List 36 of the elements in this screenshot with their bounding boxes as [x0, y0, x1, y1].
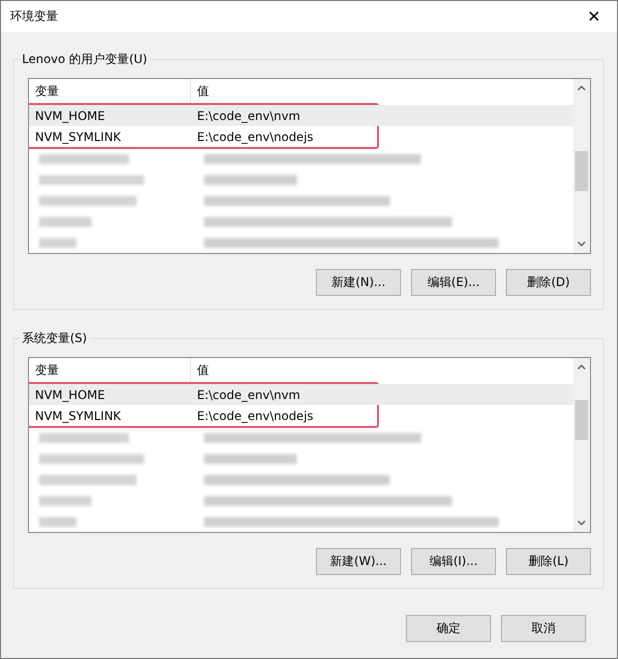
scroll-up-icon[interactable]: [577, 364, 586, 370]
variable-value: E:\code_env\nvm: [196, 388, 300, 402]
column-header[interactable]: 变量: [29, 79, 191, 103]
scrollbar-thumb[interactable]: [575, 151, 588, 191]
scrollbar[interactable]: [573, 358, 590, 532]
list-row[interactable]: NVM_HOME E:\code_env\nvm: [29, 105, 575, 126]
column-header[interactable]: 变量: [29, 358, 191, 382]
list-row[interactable]: NVM_SYMLINK E:\code_env\nodejs: [29, 126, 575, 147]
dialog-button[interactable]: 取消: [501, 615, 586, 642]
column-header[interactable]: 值: [191, 82, 209, 100]
dialog-button[interactable]: 新建(N)...: [316, 269, 401, 296]
scroll-down-icon[interactable]: [577, 520, 586, 526]
dialog-button[interactable]: 删除(D): [506, 269, 591, 296]
close-button[interactable]: ✕: [571, 1, 617, 32]
dialog-button[interactable]: 删除(L): [506, 548, 591, 575]
scroll-down-icon[interactable]: [577, 241, 586, 247]
variable-name: NVM_SYMLINK: [34, 130, 122, 144]
variable-value: E:\code_env\nodejs: [196, 408, 314, 422]
group-title: 系统变量(S): [19, 330, 90, 346]
dialog-button[interactable]: 确定: [406, 615, 491, 642]
variable-name: NVM_HOME: [34, 108, 106, 122]
scrollbar-thumb[interactable]: [575, 400, 588, 440]
group-title: Lenovo 的用户变量(U): [19, 51, 150, 67]
column-header[interactable]: 值: [191, 362, 209, 378]
window-title: 环境变量: [10, 8, 58, 25]
dialog-button[interactable]: 编辑(E)...: [411, 269, 496, 296]
variable-value: E:\code_env\nvm: [196, 108, 300, 122]
dialog-button[interactable]: 新建(W)...: [316, 548, 401, 575]
variable-value: E:\code_env\nodejs: [196, 130, 314, 144]
scroll-up-icon[interactable]: [577, 85, 586, 91]
list-row[interactable]: NVM_HOME E:\code_env\nvm: [29, 384, 575, 405]
variable-name: NVM_HOME: [34, 388, 106, 402]
dialog-button[interactable]: 编辑(I)...: [411, 548, 496, 575]
variable-name: NVM_SYMLINK: [34, 408, 122, 422]
scrollbar[interactable]: [573, 79, 590, 253]
list-row[interactable]: NVM_SYMLINK E:\code_env\nodejs: [29, 405, 575, 426]
